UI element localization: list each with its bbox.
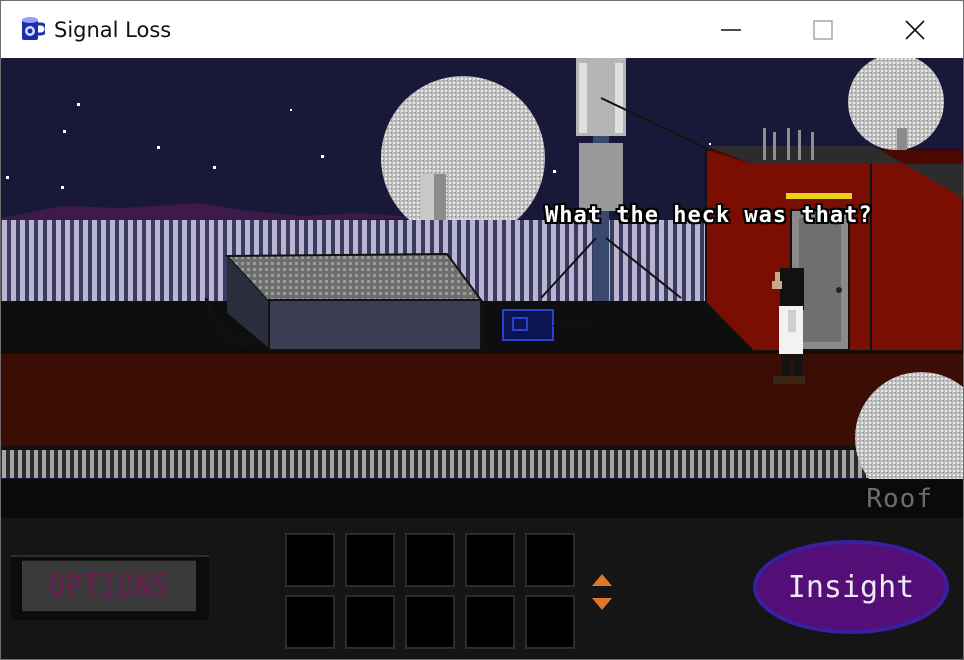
close-button[interactable] [869,1,961,58]
blue-mug-icon [22,17,45,40]
stairwell-building [705,128,963,352]
inventory-scroll [592,574,612,610]
satellite-dish-small [848,58,944,150]
inventory-slot[interactable] [525,533,575,587]
roof-railing [1,450,963,478]
game-window: Signal Loss What the heck was that? Roof… [0,0,964,660]
game-scene[interactable]: What the heck was that? [1,58,963,479]
dialogue-text: What the heck was that? [545,203,873,228]
inventory-slot[interactable] [465,533,515,587]
inventory-slot[interactable] [285,595,335,649]
inventory-slot[interactable] [465,595,515,649]
inventory-grid [285,533,580,655]
rooftop-scene-art [1,58,963,479]
minimize-icon [721,28,741,31]
inventory-slot[interactable] [285,533,335,587]
roof-floor [1,351,963,446]
location-label: Roof [866,484,933,514]
maximize-icon [813,19,833,40]
hud-panel: OPTIONS Insight [1,518,963,659]
close-icon [905,19,925,40]
window-title: Signal Loss [54,18,172,42]
title-bar: Signal Loss [1,1,963,58]
maximize-button[interactable] [777,1,869,58]
insight-button[interactable]: Insight [753,540,949,634]
options-button[interactable]: OPTIONS [19,557,199,615]
minimize-button[interactable] [685,1,777,58]
arrow-up-icon[interactable] [592,574,612,586]
location-bar: Roof [1,479,963,518]
inventory-slot[interactable] [345,533,395,587]
inventory-slot[interactable] [525,595,575,649]
inventory-slot[interactable] [345,595,395,649]
inventory-slot[interactable] [405,595,455,649]
inventory-slot[interactable] [405,533,455,587]
arrow-down-icon[interactable] [592,598,612,610]
